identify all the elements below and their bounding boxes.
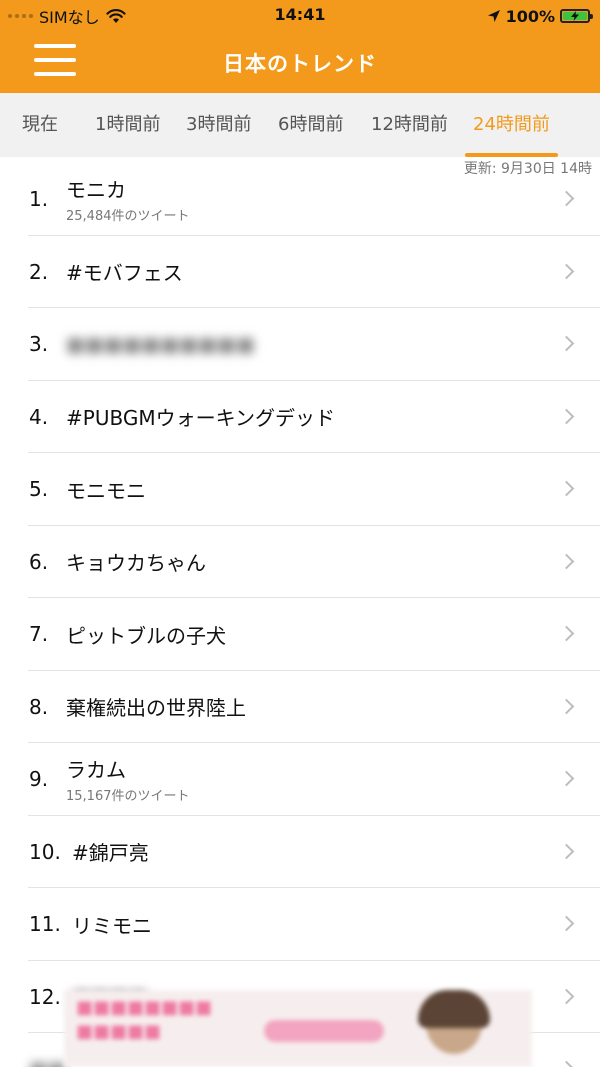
trend-rank-blurred: ■■ (29, 1033, 67, 1067)
trend-row-5[interactable]: 5. モニモニ (0, 453, 600, 526)
trend-row-4[interactable]: 4. #PUBGMウォーキングデッド (0, 381, 600, 454)
trend-name: 棄権続出の世界陸上 (66, 696, 246, 720)
trend-row-11[interactable]: 11. リミモニ (0, 888, 600, 961)
trend-rank: 2. (29, 259, 49, 284)
battery-charging-icon (560, 9, 593, 23)
chevron-right-icon (558, 190, 575, 207)
navigation-bar: 日本のトレンド (0, 32, 600, 93)
tab-now[interactable]: 現在 (22, 93, 58, 157)
trend-rank: 7. (29, 622, 49, 646)
chevron-right-icon (558, 408, 575, 424)
ad-person-image (402, 990, 502, 1067)
trend-name: #錦戸亮 (72, 841, 149, 865)
trend-rank: 9. (29, 767, 49, 791)
trend-rank: 5. (29, 477, 49, 501)
tab-12-hours-ago[interactable]: 12時間前 (371, 93, 448, 157)
status-right: 100% (487, 5, 593, 27)
tab-24-hours-ago[interactable]: 24時間前 (465, 93, 558, 157)
chevron-right-icon (558, 1060, 575, 1067)
trend-rank: 4. (29, 404, 49, 429)
trend-rank: 12. (29, 984, 61, 1009)
ad-text-blurred: ■■■■■■■■ ■■■■■ (76, 997, 213, 1042)
trend-rank: 8. (29, 694, 49, 719)
trend-row-10[interactable]: 10. #錦戸亮 (0, 816, 600, 889)
tweet-count: 25,484件のツイート (66, 209, 190, 224)
tab-6-hours-ago[interactable]: 6時間前 (278, 93, 343, 157)
page-title: 日本のトレンド (223, 52, 377, 76)
trend-rank: 11. (29, 912, 61, 936)
trend-row-8[interactable]: 8. 棄権続出の世界陸上 (0, 671, 600, 744)
status-bar: SIMなし 14:41 100% (0, 0, 600, 32)
tab-1-hour-ago[interactable]: 1時間前 (95, 93, 160, 157)
hamburger-menu-icon[interactable] (34, 44, 76, 76)
chevron-right-icon (558, 770, 575, 787)
trend-name: モニモニ (66, 478, 146, 503)
advertisement-banner[interactable]: ■■■■■■■■ ■■■■■ (64, 990, 532, 1067)
trend-name: リミモニ (72, 913, 152, 938)
chevron-right-icon (558, 698, 575, 714)
trend-rank: 6. (29, 549, 49, 574)
location-arrow-icon (487, 10, 500, 22)
chevron-right-icon (558, 843, 575, 859)
ad-button-blurred (264, 1020, 384, 1042)
chevron-right-icon (558, 480, 575, 497)
trend-name: モニカ (66, 178, 126, 202)
tweet-count: 15,167件のツイート (66, 789, 190, 804)
trend-name: キョウカちゃん (66, 551, 206, 575)
trend-name: ラカム (66, 758, 126, 782)
trend-row-7[interactable]: 7. ピットブルの子犬 (0, 598, 600, 671)
trend-row-1[interactable]: 1. モニカ 25,484件のツイート (0, 163, 600, 236)
battery-percent: 100% (505, 6, 555, 26)
trend-rank: 3. (29, 332, 49, 356)
chevron-right-icon (558, 625, 575, 642)
tab-3-hours-ago[interactable]: 3時間前 (186, 93, 251, 157)
time-range-tabs: 現在 1時間前 3時間前 6時間前 12時間前 24時間前 (0, 93, 600, 157)
trend-row-9[interactable]: 9. ラカム 15,167件のツイート (0, 743, 600, 816)
trend-row-2[interactable]: 2. #モバフェス (0, 236, 600, 309)
chevron-right-icon (558, 263, 575, 279)
trend-name: #モバフェス (66, 261, 183, 285)
trend-row-3[interactable]: 3. ■■■■■■■■■■ (0, 308, 600, 381)
trend-name: #PUBGMウォーキングデッド (66, 406, 335, 430)
chevron-right-icon (558, 553, 575, 569)
trend-name-blurred: ■■■■■■■■■■ (66, 332, 255, 356)
chevron-right-icon (558, 988, 575, 1004)
trend-row-6[interactable]: 6. キョウカちゃん (0, 526, 600, 599)
trend-name: ピットブルの子犬 (66, 623, 226, 648)
chevron-right-icon (558, 915, 575, 932)
trend-rank: 10. (29, 839, 61, 864)
trend-rank: 1. (29, 187, 49, 211)
trend-list: 1. モニカ 25,484件のツイート 2. #モバフェス 3. ■■■■■■■… (0, 163, 600, 1067)
chevron-right-icon (558, 335, 575, 352)
